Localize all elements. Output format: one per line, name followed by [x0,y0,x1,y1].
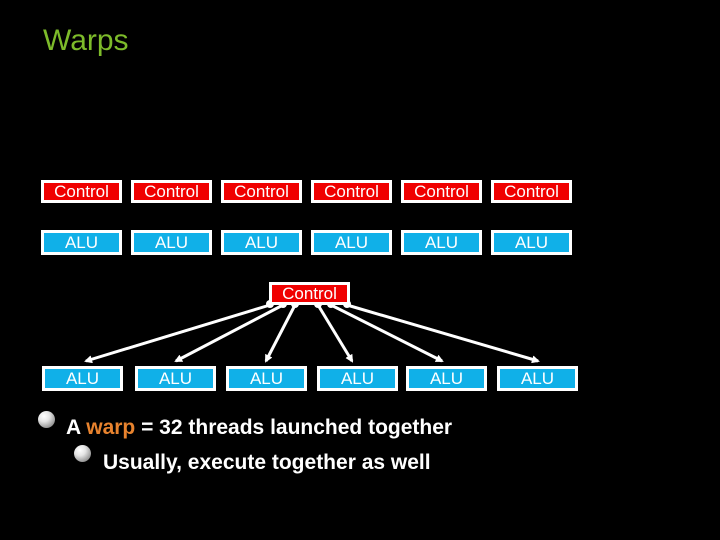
shared-control-box: Control [269,282,350,305]
alu-box: ALU [406,366,487,391]
arrow [174,303,284,363]
alu-box: ALU [226,366,307,391]
bullet-icon [38,411,55,428]
alu-box: ALU [317,366,398,391]
sub-bullet-icon [74,445,91,462]
bullet-text: A warp = 32 threads launched together [66,417,452,438]
sub-bullet-text: Usually, execute together as well [103,451,431,474]
arrow [264,304,297,363]
arrow [84,303,271,364]
highlight-term: warp [86,416,136,439]
alu-box: ALU [42,366,123,391]
alu-box: ALU [497,366,578,391]
bullet-suffix: = 32 threads launched together [135,416,453,439]
bullet-prefix: A [66,416,87,439]
alu-box: ALU [135,366,216,391]
arrow [346,303,540,364]
